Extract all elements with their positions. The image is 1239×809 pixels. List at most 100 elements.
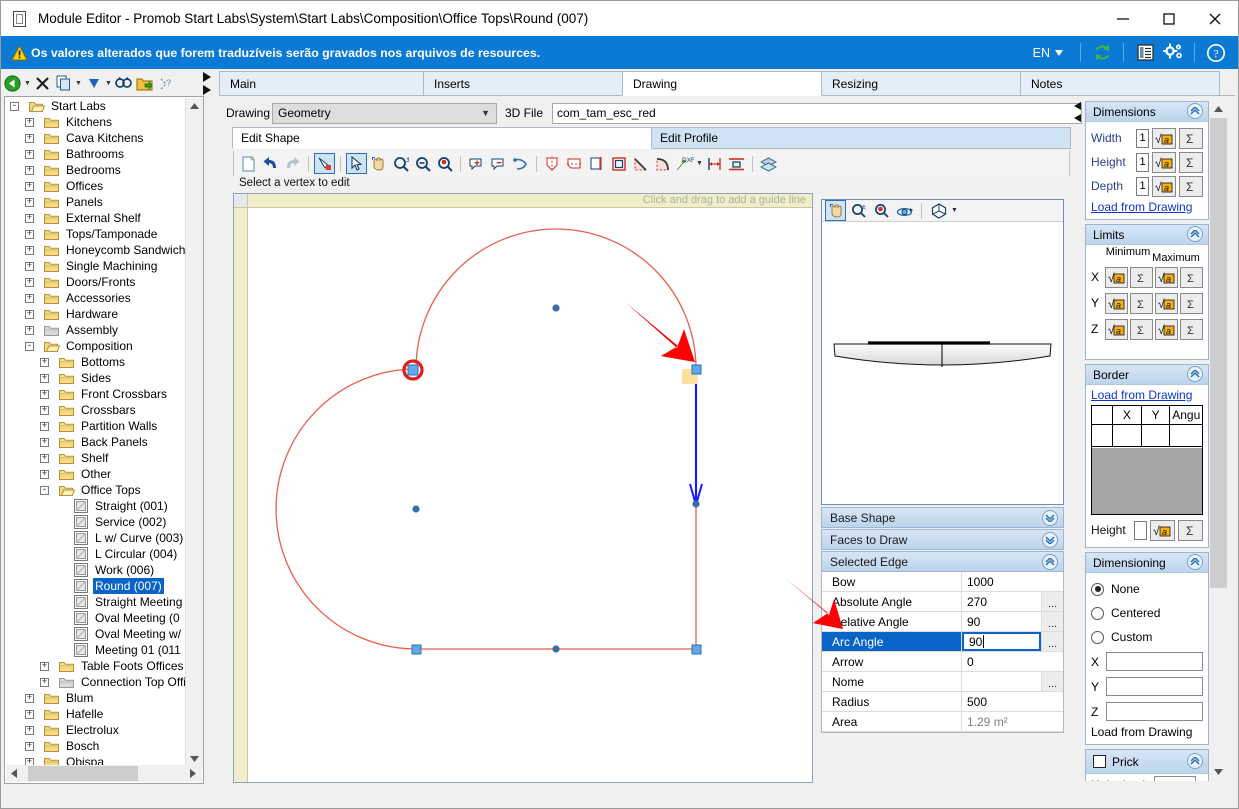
tree-item[interactable]: + Bosch: [6, 738, 186, 754]
remove-vertex-icon[interactable]: [488, 153, 509, 174]
tab-main[interactable]: Main: [219, 71, 424, 96]
border-load-link[interactable]: Load from Drawing: [1091, 388, 1203, 402]
tree-item[interactable]: + Blum: [6, 690, 186, 706]
tree-item[interactable]: + Sides: [6, 370, 186, 386]
dxf-dropdown-icon[interactable]: ▼: [696, 154, 703, 173]
tree-expander[interactable]: +: [40, 373, 49, 383]
back-icon[interactable]: [3, 74, 22, 93]
tree-item[interactable]: + Panels: [6, 194, 186, 210]
property-row[interactable]: Arrow 0: [822, 652, 1063, 672]
width-sum-button[interactable]: Σ: [1179, 127, 1203, 149]
tree-item[interactable]: + Hafelle: [6, 706, 186, 722]
property-row[interactable]: Relative Angle 90...: [822, 612, 1063, 632]
dimensioning-header[interactable]: Dimensioning: [1086, 553, 1208, 573]
shape-tab-bar[interactable]: Edit Shape Edit Profile: [232, 127, 1071, 149]
close-button[interactable]: [1192, 1, 1238, 36]
find-icon[interactable]: [114, 74, 133, 93]
x-min-formula-button[interactable]: √ a: [1105, 266, 1128, 288]
tree-expander[interactable]: +: [40, 661, 49, 671]
minimize-button[interactable]: [1100, 1, 1146, 36]
y-min-formula-button[interactable]: √ a: [1105, 292, 1128, 314]
tree-expander[interactable]: +: [25, 709, 34, 719]
tree-expander[interactable]: +: [25, 245, 34, 255]
property-row[interactable]: Area 1.29 m²: [822, 712, 1063, 732]
tree-expander[interactable]: +: [25, 741, 34, 751]
sidebar-scroll-thumb[interactable]: [1210, 118, 1227, 588]
property-ellipsis-button[interactable]: ...: [1041, 632, 1063, 651]
tree-item[interactable]: + Partition Walls: [6, 418, 186, 434]
radio-centered[interactable]: [1091, 606, 1104, 620]
width-formula-button[interactable]: √ a: [1152, 127, 1177, 149]
tree-item[interactable]: + Hardware: [6, 306, 186, 322]
scroll-down-icon[interactable]: [1210, 764, 1227, 781]
property-row[interactable]: Nome...: [822, 672, 1063, 692]
panel-splitter[interactable]: [201, 71, 213, 97]
height-input[interactable]: 1: [1135, 152, 1150, 172]
layers-icon[interactable]: [758, 153, 779, 174]
x-max-formula-button[interactable]: √ a: [1155, 266, 1178, 288]
dimensioning-x-input[interactable]: [1106, 652, 1203, 671]
tree-expander[interactable]: +: [25, 325, 34, 335]
accordion-selected-edge[interactable]: Selected Edge: [821, 551, 1064, 572]
dxf-icon[interactable]: DXF: [674, 153, 695, 174]
tree-item[interactable]: + Single Machining: [6, 258, 186, 274]
property-value[interactable]: [962, 672, 1041, 691]
property-value[interactable]: 90: [962, 632, 1041, 651]
tree-item[interactable]: + Bottoms: [6, 354, 186, 370]
width-input[interactable]: 1: [1135, 128, 1150, 148]
down-dropdown-icon[interactable]: ▼: [105, 74, 112, 93]
property-ellipsis-button[interactable]: ...: [1041, 592, 1063, 611]
property-value[interactable]: 1.29 m²: [962, 712, 1063, 731]
curve-icon[interactable]: [510, 153, 531, 174]
export-icon[interactable]: [135, 74, 154, 93]
property-value[interactable]: 0: [962, 652, 1063, 671]
dimensions-load-link[interactable]: Load from Drawing: [1091, 200, 1203, 214]
tree-expander[interactable]: +: [25, 165, 34, 175]
tree-expander[interactable]: -: [10, 101, 19, 111]
property-row[interactable]: Absolute Angle 270...: [822, 592, 1063, 612]
tree-vertical-scrollbar[interactable]: [185, 98, 203, 768]
module-tree[interactable]: - Start Labs + Kitchens + Cava Kitchens + Bathr…: [6, 98, 186, 768]
tree-item[interactable]: + Table Foots Offices: [6, 658, 186, 674]
dimensioning-option-custom[interactable]: Custom: [1091, 625, 1203, 649]
tree-item[interactable]: + Front Crossbars: [6, 386, 186, 402]
tree-expander[interactable]: +: [40, 469, 49, 479]
tree-item[interactable]: + Tops/Tamponade: [6, 226, 186, 242]
tree-horizontal-scrollbar[interactable]: [6, 765, 202, 782]
border-height-sum-button[interactable]: Σ: [1178, 519, 1203, 541]
zoom-in-icon[interactable]: ±: [390, 153, 411, 174]
tree-item[interactable]: Oval Meeting w/: [6, 626, 186, 642]
tree-item[interactable]: + Accessories: [6, 290, 186, 306]
depth-formula-button[interactable]: √ a: [1152, 175, 1177, 197]
drawing-type-select[interactable]: Geometry ▼: [272, 102, 497, 124]
radio-custom[interactable]: [1091, 630, 1104, 644]
delete-icon[interactable]: [33, 74, 52, 93]
fillet-icon[interactable]: [652, 153, 673, 174]
property-value[interactable]: 500: [962, 692, 1063, 711]
chevron-up-icon[interactable]: [1187, 226, 1203, 242]
tree-expander[interactable]: +: [40, 357, 49, 367]
dimensioning-load-link[interactable]: Load from Drawing: [1091, 725, 1203, 739]
chevron-down-icon[interactable]: [1042, 510, 1058, 526]
main-tab-bar[interactable]: Main Inserts Drawing Resizing Notes: [219, 71, 1235, 96]
align-icon[interactable]: [726, 153, 747, 174]
tree-item[interactable]: L w/ Curve (003): [6, 530, 186, 546]
tree-expander[interactable]: -: [25, 341, 34, 351]
tree-item[interactable]: + Back Panels: [6, 434, 186, 450]
tree-expander[interactable]: +: [25, 197, 34, 207]
z-min-sum-button[interactable]: Σ: [1130, 318, 1153, 340]
tree-item[interactable]: Straight (001): [6, 498, 186, 514]
pan-icon[interactable]: [368, 153, 389, 174]
tree-item[interactable]: Oval Meeting (0: [6, 610, 186, 626]
ruler-left[interactable]: [234, 194, 248, 782]
property-row[interactable]: Radius 500: [822, 692, 1063, 712]
add-vertex-icon[interactable]: [466, 153, 487, 174]
mirror-horizontal-icon[interactable]: [564, 153, 585, 174]
sidebar-scrollbar[interactable]: [1210, 101, 1227, 781]
h-scroll-thumb[interactable]: [28, 766, 138, 781]
x-max-sum-button[interactable]: Σ: [1180, 266, 1203, 288]
tree-expander[interactable]: +: [40, 437, 49, 447]
down-icon[interactable]: [84, 74, 103, 93]
radio-none[interactable]: [1091, 582, 1104, 596]
tree-item[interactable]: + Crossbars: [6, 402, 186, 418]
